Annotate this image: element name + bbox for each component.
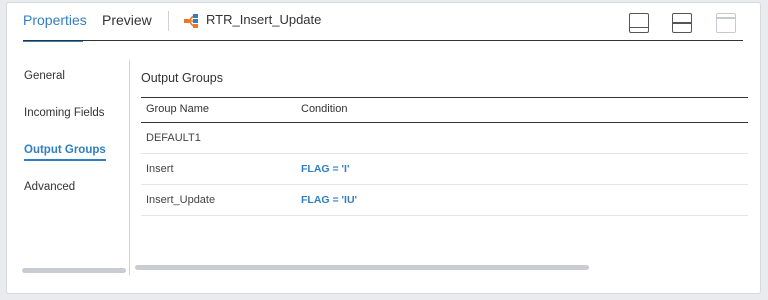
condition-cell[interactable]: FLAG = 'I': [301, 163, 349, 175]
panel-header: Properties Preview RTR_Insert_Update: [7, 3, 760, 43]
header-underline: [23, 40, 743, 41]
layout-split-icon[interactable]: [672, 13, 692, 33]
sidenav-scrollbar[interactable]: [22, 268, 126, 273]
table-row[interactable]: DEFAULT1: [141, 123, 748, 154]
sidenav-item-advanced[interactable]: Advanced: [24, 179, 75, 195]
group-name-cell: Insert: [146, 163, 174, 175]
output-groups-table: Group Name Condition DEFAULT1 Insert FLA…: [141, 97, 748, 216]
layout-bottom-panel-icon[interactable]: [629, 13, 649, 33]
sidenav-item-output-groups[interactable]: Output Groups: [24, 142, 106, 161]
tab-preview[interactable]: Preview: [102, 9, 152, 42]
group-name-cell: DEFAULT1: [146, 132, 201, 144]
table-header: Group Name Condition: [141, 97, 748, 123]
router-icon: [184, 14, 198, 28]
side-navigation: General Incoming Fields Output Groups Ad…: [7, 43, 129, 273]
column-header-condition[interactable]: Condition: [301, 103, 347, 115]
sidenav-item-incoming-fields[interactable]: Incoming Fields: [24, 105, 105, 121]
table-row[interactable]: Insert FLAG = 'I': [141, 154, 748, 185]
table-row[interactable]: Insert_Update FLAG = 'IU': [141, 185, 748, 216]
object-title: RTR_Insert_Update: [206, 12, 322, 27]
layout-top-panel-icon[interactable]: [716, 13, 736, 33]
sidenav-item-general[interactable]: General: [24, 68, 65, 84]
section-title: Output Groups: [141, 71, 223, 85]
condition-cell[interactable]: FLAG = 'IU': [301, 194, 357, 206]
header-divider: [168, 11, 169, 31]
content-scrollbar[interactable]: [135, 265, 589, 270]
properties-panel: Properties Preview RTR_Insert_Update Gen…: [6, 2, 761, 294]
vertical-divider: [129, 60, 130, 275]
column-header-group-name[interactable]: Group Name: [146, 103, 209, 115]
group-name-cell: Insert_Update: [146, 194, 216, 206]
tab-properties[interactable]: Properties: [23, 9, 87, 42]
